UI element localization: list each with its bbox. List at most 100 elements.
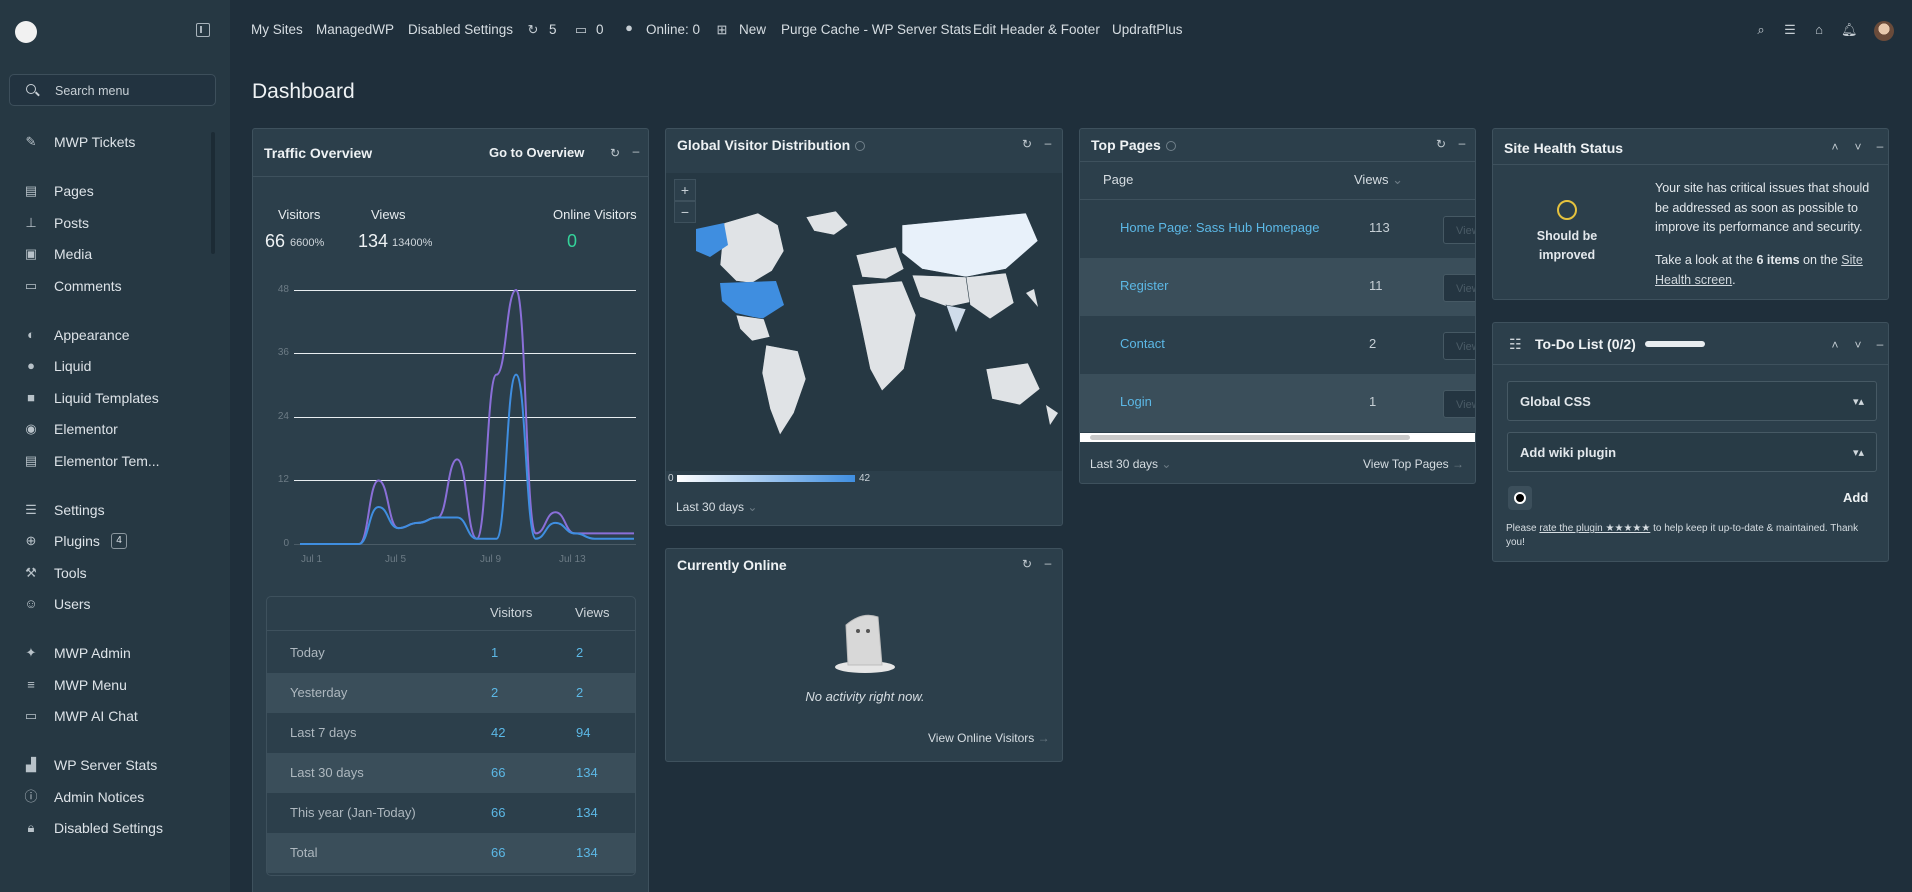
todo-list-panel: ☷ To-Do List (0/2) ˄ ˅ – Global CSS ▾▴ Ad… xyxy=(1492,322,1889,562)
chevron-down-icon[interactable]: ˅ xyxy=(1852,339,1864,351)
text-fragment: Please xyxy=(1506,523,1540,534)
traffic-summary-table: Visitors Views Today 1 2 Yesterday 2 2 Last … xyxy=(266,596,636,876)
period-selector[interactable]: Last 30 days ⌄ xyxy=(1090,457,1171,471)
todo-list-icon: ☷ xyxy=(1509,336,1522,352)
world-map[interactable]: + − xyxy=(666,173,1062,471)
view-button[interactable]: View xyxy=(1443,216,1475,244)
collapse-icon[interactable]: – xyxy=(1042,557,1054,569)
legend-gradient xyxy=(677,475,855,482)
todo-item[interactable]: Global CSS ▾▴ xyxy=(1507,381,1877,421)
refresh-icon[interactable]: ↻ xyxy=(1021,138,1033,150)
arrow-right-icon: → xyxy=(1451,457,1464,471)
info-icon[interactable] xyxy=(1165,141,1176,152)
row-views[interactable]: 2 xyxy=(576,645,583,660)
panel-header: Top Pages ↻ – xyxy=(1080,129,1475,161)
global-visitor-distribution-panel: Global Visitor Distribution ↻ – + − 0 42… xyxy=(665,128,1063,526)
row-visitors[interactable]: 2 xyxy=(491,685,498,700)
gear-icon xyxy=(1514,492,1526,504)
row-label: This year (Jan-Today) xyxy=(290,805,416,820)
table-row: This year (Jan-Today) 66 134 xyxy=(267,793,635,833)
panel-title: To-Do List (0/2) xyxy=(1535,336,1636,352)
todo-footer-text: Please rate the plugin ★★★★★ to help kee… xyxy=(1506,522,1876,550)
view-online-visitors-link[interactable]: View Online Visitors → xyxy=(928,731,1050,745)
page-views: 1 xyxy=(1369,394,1377,409)
divider xyxy=(1080,161,1475,162)
chevron-down-icon: ⌄ xyxy=(1161,457,1172,471)
collapse-icon[interactable]: – xyxy=(1456,137,1468,149)
period-selector[interactable]: Last 30 days ⌄ xyxy=(676,500,757,514)
row-views[interactable]: 134 xyxy=(576,805,598,820)
link-text: View Online Visitors xyxy=(928,731,1035,745)
table-row: Contact 2 View xyxy=(1080,316,1475,374)
view-button[interactable]: View xyxy=(1443,390,1475,418)
series-line-0 xyxy=(300,288,634,545)
legend-max: 42 xyxy=(859,473,871,484)
page-link[interactable]: Home Page: Sass Hub Homepage xyxy=(1120,220,1319,235)
todo-item-label: Add wiki plugin xyxy=(1520,445,1617,460)
todo-progress-bar xyxy=(1645,341,1705,347)
row-label: Last 30 days xyxy=(290,765,364,780)
row-views[interactable]: 2 xyxy=(576,685,583,700)
row-views[interactable]: 134 xyxy=(576,765,598,780)
info-icon[interactable] xyxy=(855,141,866,152)
zoom-in-button[interactable]: + xyxy=(674,179,696,201)
health-look-text: Take a look at the 6 items on the Site H… xyxy=(1655,251,1883,290)
collapse-icon[interactable]: – xyxy=(1042,137,1054,149)
chevron-up-icon[interactable]: ˄ xyxy=(1829,339,1841,351)
chevron-up-icon[interactable]: ˄ xyxy=(1829,141,1841,153)
column-header-views[interactable]: Views ⌄ xyxy=(1354,172,1403,188)
page-link[interactable]: Register xyxy=(1120,278,1168,293)
divider xyxy=(267,630,635,631)
row-visitors[interactable]: 1 xyxy=(491,645,498,660)
table-row: Last 30 days 66 134 xyxy=(267,753,635,793)
row-views[interactable]: 94 xyxy=(576,725,590,740)
column-header-views: Views xyxy=(575,605,610,620)
horizontal-scrollbar[interactable] xyxy=(1080,433,1475,442)
row-visitors[interactable]: 42 xyxy=(491,725,505,740)
color-picker-button[interactable] xyxy=(1508,486,1532,510)
panel-title: Currently Online xyxy=(677,557,787,573)
expand-arrows-icon[interactable]: ▾▴ xyxy=(1853,446,1864,459)
page-link[interactable]: Contact xyxy=(1120,336,1165,351)
scrollbar-thumb[interactable] xyxy=(1090,435,1410,440)
view-top-pages-link[interactable]: View Top Pages → xyxy=(1363,457,1464,471)
rate-plugin-link[interactable]: rate the plugin ★★★★★ xyxy=(1539,523,1650,534)
table-row: Today 1 2 xyxy=(267,633,635,673)
view-button[interactable]: View xyxy=(1443,274,1475,302)
page-views: 113 xyxy=(1369,220,1390,235)
row-label: Yesterday xyxy=(290,685,348,700)
row-visitors[interactable]: 66 xyxy=(491,845,505,860)
add-todo-button[interactable]: Add xyxy=(1843,490,1868,505)
page-link[interactable]: Login xyxy=(1120,394,1152,409)
panel-title-text: Global Visitor Distribution xyxy=(677,137,851,153)
zoom-out-button[interactable]: − xyxy=(674,201,696,223)
todo-item[interactable]: Add wiki plugin ▾▴ xyxy=(1507,432,1877,472)
period-label: Last 30 days xyxy=(1090,457,1159,471)
row-visitors[interactable]: 66 xyxy=(491,805,505,820)
panel-header: Currently Online ↻ – xyxy=(666,549,1062,581)
refresh-icon[interactable]: ↻ xyxy=(1435,138,1447,150)
refresh-icon[interactable]: ↻ xyxy=(1021,558,1033,570)
chevron-down-icon[interactable]: ˅ xyxy=(1852,141,1864,153)
expand-arrows-icon[interactable]: ▾▴ xyxy=(1853,395,1864,408)
row-visitors[interactable]: 66 xyxy=(491,765,505,780)
row-label: Today xyxy=(290,645,325,660)
currently-online-panel: Currently Online ↻ – No activity right n… xyxy=(665,548,1063,762)
chevron-down-icon: ⌄ xyxy=(1392,172,1403,187)
page-views: 11 xyxy=(1369,278,1383,293)
collapse-icon[interactable]: – xyxy=(1874,338,1886,350)
text-fragment: Take a look at the xyxy=(1655,253,1757,267)
collapse-icon[interactable]: – xyxy=(1874,140,1886,152)
table-row: Login 1 View xyxy=(1080,374,1475,432)
site-health-panel: Site Health Status ˄ ˅ – Should be impro… xyxy=(1492,128,1889,300)
empty-state-text: No activity right now. xyxy=(805,689,925,704)
row-views[interactable]: 134 xyxy=(576,845,598,860)
panel-header: ☷ To-Do List (0/2) ˄ ˅ – xyxy=(1493,323,1888,365)
table-row: Register 11 View xyxy=(1080,258,1475,316)
health-status-indicator-icon xyxy=(1557,200,1577,220)
items-count: 6 items xyxy=(1756,253,1800,267)
world-map-graphic xyxy=(696,210,1058,436)
text-fragment: on the xyxy=(1799,253,1842,267)
view-button[interactable]: View xyxy=(1443,332,1475,360)
chevron-down-icon: ⌄ xyxy=(747,500,758,514)
